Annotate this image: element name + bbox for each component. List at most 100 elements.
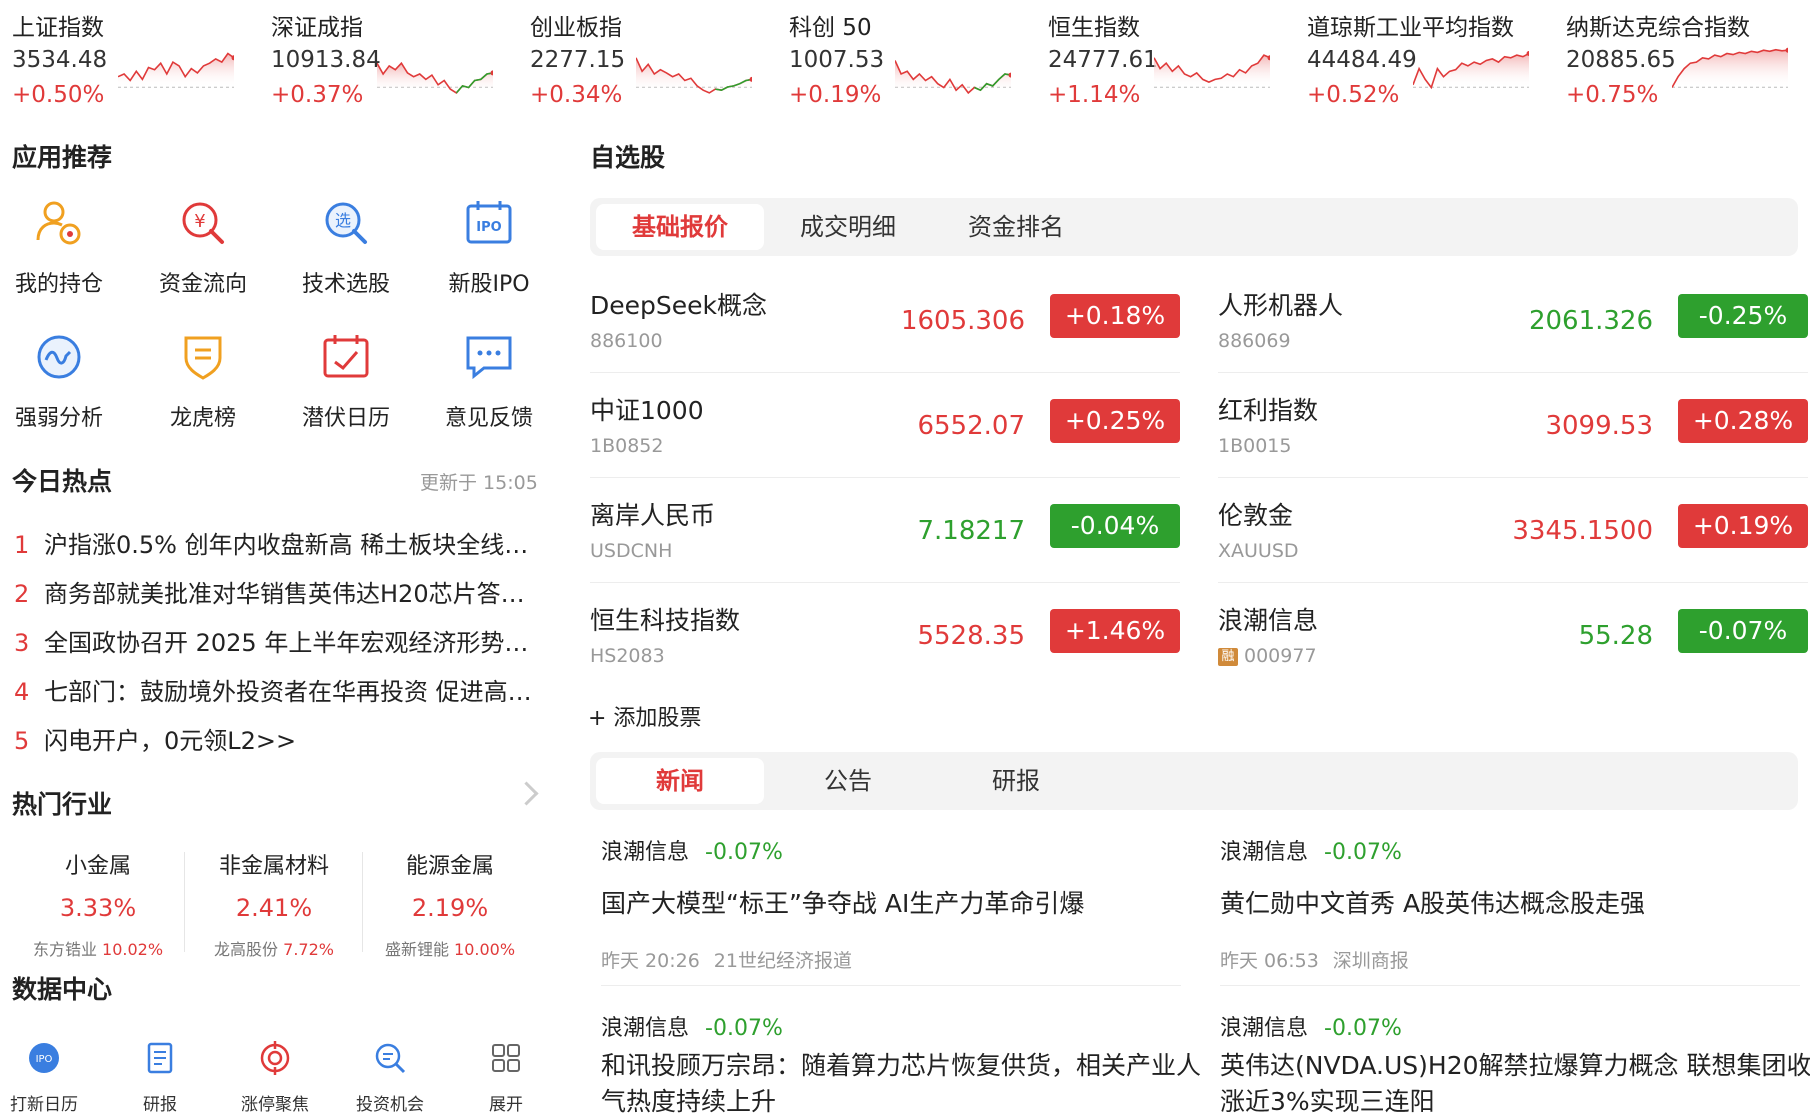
app-dragon-tiger[interactable]: 龙虎榜 bbox=[148, 330, 258, 432]
stock-price: 6552.07 bbox=[917, 411, 1025, 441]
tab-news[interactable]: 新闻 bbox=[596, 758, 764, 804]
index-sparkline bbox=[636, 57, 752, 94]
watchlist-tab-bar: 基础报价 成交明细 资金排名 bbox=[590, 198, 1798, 256]
watchlist-stock-row[interactable]: DeepSeek概念 886100 1605.306 +0.18% bbox=[590, 268, 1180, 373]
index-value: 10913.84 bbox=[271, 47, 381, 73]
watchlist-stock-row[interactable]: 中证1000 1B0852 6552.07 +0.25% bbox=[590, 373, 1180, 478]
stock-change-badge[interactable]: +0.25% bbox=[1050, 399, 1180, 443]
data-center-limit-up[interactable]: 涨停聚焦 bbox=[225, 1040, 325, 1115]
news-item[interactable]: 浪潮信息 -0.07% 黄仁勋中文首秀 A股英伟达概念股走强 昨天 06:53 深圳… bbox=[1220, 834, 1810, 973]
stock-change-badge[interactable]: +0.28% bbox=[1678, 399, 1808, 443]
app-new-ipo[interactable]: IPO 新股IPO bbox=[434, 196, 544, 298]
app-strength-analysis[interactable]: 强弱分析 bbox=[4, 330, 114, 432]
news-item[interactable]: 浪潮信息 -0.07% 英伟达(NVDA.US)H20解禁拉爆算力概念 联想集团收… bbox=[1220, 1010, 1810, 1120]
data-center-reports[interactable]: 研报 bbox=[110, 1040, 210, 1115]
industry-name: 小金属 bbox=[64, 854, 131, 879]
market-index-card[interactable]: 纳斯达克综合指数 20885.65 +0.75% bbox=[1554, 0, 1810, 118]
watchlist-stock-row[interactable]: 红利指数 1B0015 3099.53 +0.28% bbox=[1218, 373, 1808, 478]
stock-price: 3099.53 bbox=[1545, 411, 1653, 441]
market-index-strip: 上证指数 3534.48 +0.50% 深证成指 10913.84 +0.37% 创业板指 2… bbox=[0, 0, 1810, 120]
tab-research[interactable]: 研报 bbox=[932, 758, 1100, 804]
watchlist-stock-row[interactable]: 恒生科技指数 HS2083 5528.35 +1.46% bbox=[590, 583, 1180, 687]
stock-price: 2061.326 bbox=[1528, 306, 1653, 336]
industry-card[interactable]: 能源金属 2.19% 盛新锂能 10.00% bbox=[362, 848, 538, 960]
stock-price: 7.18217 bbox=[917, 516, 1025, 546]
hot-news-item[interactable]: 4 七部门：鼓励境外投资者在华再投资 促进高质量发展 bbox=[14, 672, 539, 707]
app-my-holdings[interactable]: 我的持仓 bbox=[4, 196, 114, 298]
index-value: 24777.61 bbox=[1048, 47, 1158, 73]
tab-fund-ranking[interactable]: 资金排名 bbox=[932, 204, 1100, 250]
app-label: 龙虎榜 bbox=[169, 406, 236, 431]
app-label: 新股IPO bbox=[448, 272, 530, 297]
index-value: 3534.48 bbox=[12, 47, 108, 73]
stock-change-badge[interactable]: +1.46% bbox=[1050, 609, 1180, 653]
stock-code: XAUUSD bbox=[1218, 540, 1299, 562]
stock-change-badge[interactable]: -0.04% bbox=[1050, 504, 1180, 548]
target-icon bbox=[260, 1041, 290, 1075]
watchlist-stock-row[interactable]: 浪潮信息融 000977 55.28 -0.07% bbox=[1218, 583, 1808, 687]
news-stock-tag: 浪潮信息 -0.07% bbox=[601, 1016, 783, 1041]
svg-text:IPO: IPO bbox=[36, 1054, 53, 1065]
industry-card[interactable]: 非金属材料 2.41% 龙高股份 7.72% bbox=[186, 848, 362, 960]
industry-card[interactable]: 小金属 3.33% 东方锆业 10.02% bbox=[10, 848, 186, 960]
data-center-opportunity[interactable]: 投资机会 bbox=[340, 1040, 440, 1115]
market-index-card[interactable]: 创业板指 2277.15 +0.34% bbox=[518, 0, 776, 118]
open-account-promo[interactable]: 5 闪电开户，0元领L2>> bbox=[14, 721, 539, 756]
stock-change-badge[interactable]: +0.19% bbox=[1678, 504, 1808, 548]
stock-price: 1605.306 bbox=[900, 306, 1025, 336]
tab-announcements[interactable]: 公告 bbox=[764, 758, 932, 804]
add-stock-button[interactable]: + 添加股票 bbox=[588, 700, 701, 732]
industry-leader: 盛新锂能 10.00% bbox=[384, 940, 516, 959]
index-value: 2277.15 bbox=[530, 47, 626, 73]
data-center-expand[interactable]: 展开 bbox=[456, 1040, 556, 1115]
market-index-card[interactable]: 恒生指数 24777.61 +1.14% bbox=[1036, 0, 1294, 118]
stock-change-badge[interactable]: -0.07% bbox=[1678, 609, 1808, 653]
news-item[interactable]: 浪潮信息 -0.07% 国产大模型“标王”争夺战 AI生产力革命引爆 昨天 20:… bbox=[601, 834, 1201, 973]
divider bbox=[601, 985, 1181, 986]
watchlist-stock-row[interactable]: 人形机器人 886069 2061.326 -0.25% bbox=[1218, 268, 1808, 373]
market-index-card[interactable]: 道琼斯工业平均指数 44484.49 +0.52% bbox=[1295, 0, 1553, 118]
index-sparkline bbox=[118, 52, 234, 88]
news-meta: 昨天 06:53 深圳商报 bbox=[1220, 950, 1409, 972]
watchlist-stock-row[interactable]: 离岸人民币 USDCNH 7.18217 -0.04% bbox=[590, 478, 1180, 583]
calendar-check-icon bbox=[323, 335, 369, 378]
app-feedback[interactable]: 意见反馈 bbox=[434, 330, 544, 432]
data-center-label: 研报 bbox=[143, 1095, 177, 1115]
app-stock-picker[interactable]: 选 技术选股 bbox=[291, 196, 401, 298]
hot-news-item[interactable]: 1 沪指涨0.5% 创年内收盘新高 稀土板块全线走强 bbox=[14, 525, 539, 560]
ipo-badge-icon: IPO bbox=[29, 1043, 59, 1073]
stock-name: 伦敦金 bbox=[1218, 501, 1294, 530]
divider bbox=[1220, 985, 1800, 986]
data-center-label: 涨停聚焦 bbox=[241, 1095, 309, 1115]
stock-change-badge[interactable]: -0.25% bbox=[1678, 294, 1808, 338]
news-item[interactable]: 浪潮信息 -0.07% 和讯投顾万宗昂：随着算力芯片恢复供货，相关产业人气热度持续… bbox=[601, 1010, 1201, 1120]
hot-news-item[interactable]: 2 商务部就美批准对华销售英伟达H20芯片答记者问 bbox=[14, 574, 539, 609]
hot-news-item[interactable]: 3 全国政协召开 2025 年上半年宏观经济形势座谈会 bbox=[14, 623, 539, 658]
hot-rank: 1 bbox=[14, 531, 30, 559]
news-stock-tag: 浪潮信息 -0.07% bbox=[1220, 840, 1402, 865]
stock-name: DeepSeek概念 bbox=[590, 291, 767, 320]
index-name: 道琼斯工业平均指数 bbox=[1307, 15, 1514, 41]
tab-basic-quote[interactable]: 基础报价 bbox=[596, 204, 764, 250]
watchlist-title: 自选股 bbox=[590, 143, 666, 172]
index-name: 上证指数 bbox=[12, 15, 104, 41]
tab-trade-details[interactable]: 成交明细 bbox=[764, 204, 932, 250]
stock-change-badge[interactable]: +0.18% bbox=[1050, 294, 1180, 338]
market-index-card[interactable]: 科创 50 1007.53 +0.19% bbox=[777, 0, 1035, 118]
index-name: 深证成指 bbox=[271, 15, 363, 41]
stock-name: 恒生科技指数 bbox=[590, 606, 741, 635]
data-center-ipo-calendar[interactable]: IPO 打新日历 bbox=[0, 1040, 94, 1115]
app-fund-flow[interactable]: ¥ 资金流向 bbox=[148, 196, 258, 298]
watchlist-stock-row[interactable]: 伦敦金 XAUUSD 3345.1500 +0.19% bbox=[1218, 478, 1808, 583]
index-sparkline bbox=[1672, 47, 1788, 88]
industry-pct: 2.19% bbox=[411, 894, 489, 922]
chevron-right-icon[interactable] bbox=[514, 781, 539, 806]
market-index-card[interactable]: 深证成指 10913.84 +0.37% bbox=[259, 0, 517, 118]
dragon-tiger-icon bbox=[184, 336, 222, 380]
app-hidden-calendar[interactable]: 潜伏日历 bbox=[291, 330, 401, 432]
stock-code: 886100 bbox=[590, 330, 663, 352]
strength-analysis-icon bbox=[37, 335, 81, 379]
market-index-card[interactable]: 上证指数 3534.48 +0.50% bbox=[0, 0, 258, 118]
index-change: +0.34% bbox=[530, 82, 623, 108]
grid-expand-icon bbox=[492, 1044, 520, 1072]
